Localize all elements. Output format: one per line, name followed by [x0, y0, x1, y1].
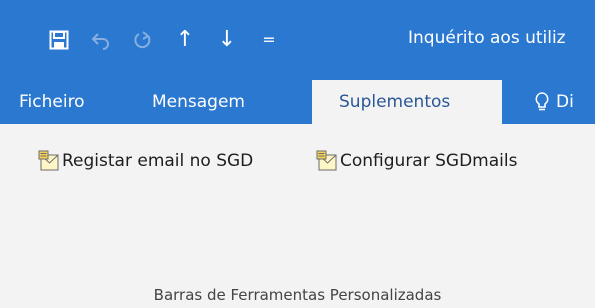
arrow-down-icon: ↓ [217, 27, 237, 52]
customize-qat-icon: = [262, 30, 276, 49]
tell-me-label: Di [556, 92, 574, 112]
configure-sgdmails-label: Configurar SGDmails [340, 151, 518, 171]
ribbon-group-label: Barras de Ferramentas Personalizadas [153, 286, 442, 304]
customize-qat-button[interactable]: = [248, 22, 290, 58]
arrow-up-icon: ↑ [175, 27, 195, 52]
configure-sgdmails-button[interactable]: Configurar SGDmails [316, 146, 517, 176]
tab-addins[interactable]: Suplementos [312, 80, 502, 124]
window-title: Inquérito aos utiliz [408, 28, 566, 48]
email-document-icon [38, 150, 59, 171]
undo-button[interactable] [80, 22, 122, 58]
save-button[interactable] [38, 22, 80, 58]
register-email-label: Registar email no SGD [62, 151, 254, 171]
email-document-icon [316, 150, 337, 171]
quick-access-toolbar: ↑ ↓ = [38, 22, 290, 58]
redo-icon [134, 31, 151, 49]
previous-item-button[interactable]: ↑ [164, 22, 206, 58]
save-icon [49, 30, 69, 50]
title-bar: ↑ ↓ = Inquérito aos utiliz [0, 0, 595, 80]
tab-file[interactable]: Ficheiro [0, 80, 85, 124]
ribbon-panel: Registar email no SGD Configurar SGDmail… [0, 124, 595, 308]
redo-button[interactable] [122, 22, 164, 58]
ribbon-tabs: Ficheiro Mensagem Suplementos Di [0, 80, 595, 124]
register-email-button[interactable]: Registar email no SGD [38, 146, 253, 176]
undo-icon [91, 33, 109, 50]
next-item-button[interactable]: ↓ [206, 22, 248, 58]
lightbulb-icon [535, 92, 549, 111]
tell-me-box[interactable]: Di [534, 80, 574, 124]
tab-message[interactable]: Mensagem [152, 80, 245, 124]
